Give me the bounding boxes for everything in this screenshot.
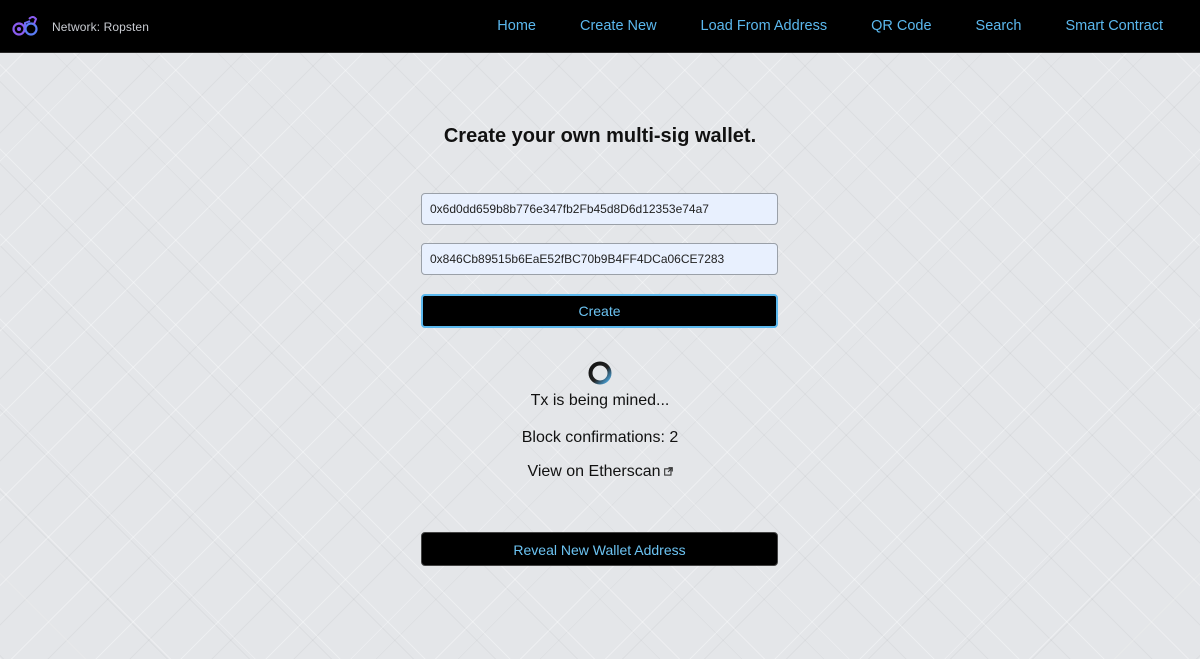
nav-create-new[interactable]: Create New — [580, 18, 657, 34]
nav-search[interactable]: Search — [976, 18, 1022, 34]
etherscan-link[interactable]: View on Etherscan — [527, 463, 673, 480]
nav-smart-contract[interactable]: Smart Contract — [1066, 18, 1164, 34]
block-confirmations-text: Block confirmations: 2 — [521, 429, 679, 446]
etherscan-link-label: View on Etherscan — [527, 463, 661, 480]
external-link-icon — [663, 467, 673, 476]
page-title: Create your own multi-sig wallet. — [443, 125, 757, 147]
nav-load-from-address[interactable]: Load From Address — [701, 18, 828, 34]
owner-address-input-1[interactable] — [421, 193, 778, 225]
create-button[interactable]: Create — [421, 294, 778, 328]
reveal-wallet-address-button[interactable]: Reveal New Wallet Address — [421, 532, 778, 566]
owner-address-input-2[interactable] — [421, 243, 778, 275]
etherscan-link-row: View on Etherscan — [0, 463, 1200, 481]
navbar: Network: Ropsten Home Create New Load Fr… — [0, 0, 1200, 53]
network-label: Network: Ropsten — [52, 20, 149, 34]
loading-spinner-icon — [588, 361, 612, 385]
brand-logo[interactable] — [12, 13, 40, 41]
wallet-logo-icon — [12, 16, 38, 36]
nav-home[interactable]: Home — [497, 18, 536, 34]
nav-qr-code[interactable]: QR Code — [871, 18, 931, 34]
nav-links: Home Create New Load From Address QR Cod… — [453, 18, 1163, 34]
mining-status-text: Tx is being mined... — [530, 392, 670, 409]
